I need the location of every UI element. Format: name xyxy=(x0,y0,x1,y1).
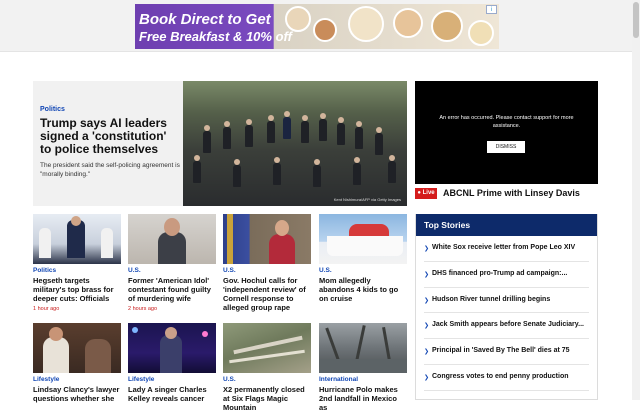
ad-food-plate xyxy=(348,6,384,42)
story-image[interactable] xyxy=(319,214,407,264)
story-image[interactable] xyxy=(33,323,121,373)
story-title[interactable]: Hurricane Polo makes 2nd landfall in Mex… xyxy=(319,385,407,412)
top-story-item[interactable]: ❯ DHS financed pro-Trump ad campaign:... xyxy=(424,262,589,288)
dismiss-button[interactable]: DISMISS xyxy=(487,141,525,153)
scrollbar-thumb[interactable] xyxy=(633,2,639,38)
story-category[interactable]: Politics xyxy=(33,267,121,274)
story-title[interactable]: Lady A singer Charles Kelley reveals can… xyxy=(128,385,216,403)
hero-photo[interactable]: Kent Nishimura/AFP via Getty Images xyxy=(183,81,407,206)
top-story-title[interactable]: Hudson River tunnel drilling begins xyxy=(432,296,550,303)
ad-food-plate xyxy=(468,20,494,46)
video-error-message: An error has occurred. Please contact su… xyxy=(439,115,574,129)
story-time: 2 hours ago xyxy=(128,306,158,312)
live-program-title[interactable]: ABCNL Prime with Linsey Davis xyxy=(443,188,580,198)
story-category[interactable]: U.S. xyxy=(223,376,311,383)
top-stories-panel: Top Stories ❯ White Sox receive letter fr… xyxy=(415,214,598,400)
story-title[interactable]: Former 'American Idol' contestant found … xyxy=(128,276,216,303)
ad-banner[interactable]: Book Direct to Get Free Breakfast & 10% … xyxy=(135,4,499,49)
chevron-right-icon: ❯ xyxy=(424,349,430,356)
video-player[interactable]: An error has occurred. Please contact su… xyxy=(415,81,598,184)
ad-subline: Free Breakfast & 10% off xyxy=(139,29,292,44)
story-image[interactable] xyxy=(128,214,216,264)
adchoices-icon[interactable]: i xyxy=(486,5,497,14)
hero-photo-credit: Kent Nishimura/AFP via Getty Images xyxy=(333,197,401,202)
hero-title[interactable]: Trump says AI leaders signed a 'constitu… xyxy=(40,117,180,156)
story-card[interactable]: U.S. Gov. Hochul calls for 'independent … xyxy=(223,214,311,315)
story-category[interactable]: Lifestyle xyxy=(128,376,216,383)
story-time: 1 hour ago xyxy=(33,306,60,312)
story-title[interactable]: Mom allegedly abandons 4 kids to go on c… xyxy=(319,276,407,303)
story-card[interactable]: Lifestyle Lady A singer Charles Kelley r… xyxy=(128,323,216,403)
chevron-right-icon: ❯ xyxy=(424,271,430,278)
top-story-title[interactable]: Principal in 'Saved By The Bell' dies at… xyxy=(432,347,570,354)
story-image[interactable] xyxy=(33,214,121,264)
hero-category[interactable]: Politics xyxy=(40,106,65,113)
top-story-item[interactable]: ❯ Congress votes to end penny production xyxy=(424,365,589,391)
ad-food-plate xyxy=(393,8,423,38)
story-category[interactable]: U.S. xyxy=(319,267,407,274)
top-story-title[interactable]: Jack Smith appears before Senate Judicia… xyxy=(432,321,584,328)
story-category[interactable]: Lifestyle xyxy=(33,376,121,383)
live-program[interactable]: ● Live ABCNL Prime with Linsey Davis xyxy=(415,187,598,201)
story-image[interactable] xyxy=(319,323,407,373)
ad-food-plate xyxy=(313,18,337,42)
top-stories-header: Top Stories xyxy=(416,214,597,236)
chevron-right-icon: ❯ xyxy=(424,246,430,252)
live-badge: ● Live xyxy=(415,188,437,199)
ad-banner-area: Book Direct to Get Free Breakfast & 10% … xyxy=(0,0,632,52)
chevron-right-icon: ❯ xyxy=(424,374,430,381)
story-card[interactable]: U.S. Mom allegedly abandons 4 kids to go… xyxy=(319,214,407,306)
story-image[interactable] xyxy=(223,214,311,264)
top-story-title[interactable]: DHS financed pro-Trump ad campaign:... xyxy=(432,270,567,277)
chevron-right-icon: ❯ xyxy=(424,297,430,304)
story-title[interactable]: Hegseth targets military's top brass for… xyxy=(33,276,121,303)
story-title[interactable]: Gov. Hochul calls for 'independent revie… xyxy=(223,276,311,312)
story-card[interactable]: Lifestyle Lindsay Clancy's lawyer questi… xyxy=(33,323,121,403)
story-card[interactable]: U.S. Former 'American Idol' contestant f… xyxy=(128,214,216,312)
story-title[interactable]: X2 permanently closed at Six Flags Magic… xyxy=(223,385,311,412)
top-story-item[interactable]: ❯ Jack Smith appears before Senate Judici… xyxy=(424,313,589,340)
chevron-right-icon: ❯ xyxy=(424,323,430,330)
hero-story[interactable]: Politics Trump says AI leaders signed a … xyxy=(33,81,407,206)
top-story-item[interactable]: ❯ Principal in 'Saved By The Bell' dies a… xyxy=(424,339,589,365)
story-card[interactable]: International Hurricane Polo makes 2nd l… xyxy=(319,323,407,412)
story-title[interactable]: Lindsay Clancy's lawyer questions whethe… xyxy=(33,385,121,403)
hero-summary: The president said the self-policing agr… xyxy=(40,162,180,178)
story-image[interactable] xyxy=(128,323,216,373)
top-story-title[interactable]: Congress votes to end penny production xyxy=(432,373,569,380)
top-story-item[interactable]: ❯ White Sox receive letter from Pope Leo … xyxy=(424,236,589,262)
story-card[interactable]: U.S. X2 permanently closed at Six Flags … xyxy=(223,323,311,412)
story-category[interactable]: U.S. xyxy=(128,267,216,274)
story-category[interactable]: U.S. xyxy=(223,267,311,274)
story-category[interactable]: International xyxy=(319,376,407,383)
ad-food-plate xyxy=(285,6,311,32)
top-story-title[interactable]: White Sox receive letter from Pope Leo X… xyxy=(432,244,575,251)
page-scrollbar[interactable] xyxy=(632,0,640,400)
top-story-item[interactable]: ❯ Hudson River tunnel drilling begins xyxy=(424,288,589,314)
ad-headline: Book Direct to Get xyxy=(139,11,271,28)
ad-food-plate xyxy=(431,10,463,42)
story-image[interactable] xyxy=(223,323,311,373)
story-card[interactable]: Politics Hegseth targets military's top … xyxy=(33,214,121,312)
